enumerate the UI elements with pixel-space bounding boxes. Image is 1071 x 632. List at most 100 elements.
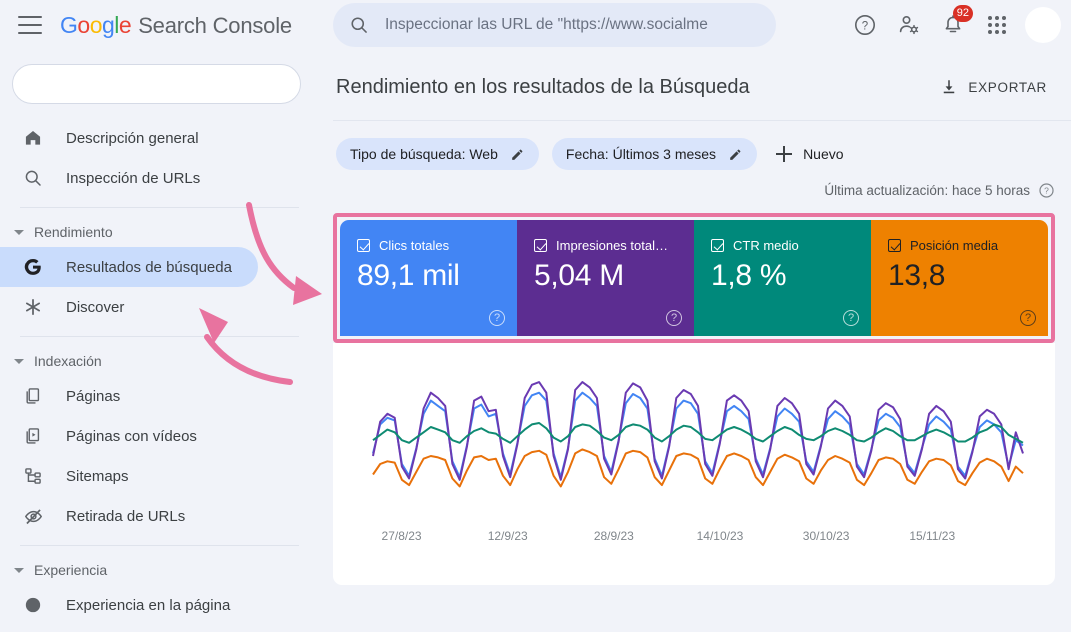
sidebar-item-url-removal[interactable]: Retirada de URLs	[0, 496, 258, 536]
pencil-icon	[730, 149, 741, 160]
google-g-icon	[22, 256, 44, 278]
chip-search-type[interactable]: Tipo de búsqueda: Web	[336, 138, 539, 170]
filter-chips: Tipo de búsqueda: Web Fecha: Últimos 3 m…	[333, 121, 1071, 170]
metric-card-clicks[interactable]: Clics totales 89,1 mil ?	[340, 220, 517, 336]
notification-badge: 92	[952, 5, 973, 22]
sidebar-group-label: Experiencia	[34, 562, 108, 578]
page-title: Rendimiento en los resultados de la Búsq…	[336, 75, 750, 98]
metric-checkbox[interactable]	[711, 239, 724, 252]
last-update-info: Última actualización: hace 5 horas ?	[333, 170, 1071, 199]
metric-checkbox[interactable]	[888, 239, 901, 252]
sidebar-item-pages[interactable]: Páginas	[0, 376, 258, 416]
sidebar-item-label: Discover	[66, 298, 125, 316]
experience-icon	[22, 594, 44, 616]
new-filter-button[interactable]: Nuevo	[770, 146, 849, 162]
apps-grid-icon	[988, 16, 1006, 34]
avatar[interactable]	[1025, 7, 1061, 43]
video-pages-icon	[22, 425, 44, 447]
help-icon[interactable]: ?	[489, 310, 505, 326]
download-icon	[944, 80, 955, 94]
help-icon: ?	[855, 15, 875, 35]
pencil-icon	[512, 149, 523, 160]
main-content: Rendimiento en los resultados de la Búsq…	[333, 50, 1071, 632]
search-icon	[351, 17, 367, 33]
new-filter-label: Nuevo	[803, 146, 844, 162]
metric-card-position[interactable]: Posición media 13,8 ?	[871, 220, 1048, 336]
performance-chart[interactable]	[333, 343, 1055, 585]
plus-icon	[776, 146, 793, 162]
metric-value: 5,04 M	[534, 259, 624, 292]
sidebar-item-video-pages[interactable]: Páginas con vídeos	[0, 416, 258, 456]
metric-cards: Clics totales 89,1 mil ? Impresiones tot…	[333, 213, 1055, 343]
export-label: EXPORTAR	[968, 79, 1047, 95]
search-icon	[22, 167, 44, 189]
metric-label: Impresiones total…	[556, 238, 668, 253]
sidebar-item-url-inspection[interactable]: Inspección de URLs	[0, 158, 258, 198]
home-icon	[22, 127, 44, 149]
sidebar-group-experience[interactable]: Experiencia	[0, 555, 313, 585]
eye-off-icon	[22, 505, 44, 527]
metric-value: 89,1 mil	[357, 259, 460, 292]
sidebar-group-indexing[interactable]: Indexación	[0, 346, 313, 376]
help-icon[interactable]: ?	[666, 310, 682, 326]
help-icon[interactable]: ?	[843, 310, 859, 326]
hamburger-menu-icon[interactable]	[18, 16, 42, 34]
apps-button[interactable]	[975, 3, 1019, 47]
search-input[interactable]	[385, 16, 760, 34]
search-console-app: Google Search Console ?	[0, 0, 1071, 632]
x-axis-tick-label: 27/8/23	[381, 529, 422, 543]
chevron-down-icon	[14, 229, 24, 235]
svg-text:?: ?	[1044, 186, 1049, 196]
chip-date-range[interactable]: Fecha: Últimos 3 meses	[551, 138, 758, 170]
chevron-down-icon	[14, 567, 24, 573]
top-search-bar[interactable]	[333, 3, 776, 47]
help-icon[interactable]: ?	[1020, 310, 1036, 326]
sidebar-divider	[20, 336, 299, 337]
metric-value: 13,8	[888, 259, 946, 292]
sidebar-item-overview[interactable]: Descripción general	[0, 118, 258, 158]
sidebar-divider	[20, 207, 299, 208]
metric-label: Clics totales	[379, 238, 450, 253]
svg-text:?: ?	[862, 21, 868, 33]
top-bar: Google Search Console ?	[0, 0, 1071, 50]
export-button[interactable]: EXPORTAR	[932, 72, 1055, 102]
user-settings-icon	[899, 15, 919, 35]
asterisk-icon	[22, 296, 44, 318]
property-selector[interactable]	[12, 64, 301, 104]
help-button[interactable]: ?	[843, 3, 887, 47]
sidebar-item-label: Resultados de búsqueda	[66, 258, 232, 276]
chevron-down-icon	[14, 358, 24, 364]
product-name: Search Console	[138, 12, 292, 38]
chart-series-line	[372, 448, 1024, 488]
sidebar-item-search-results[interactable]: Resultados de búsqueda	[0, 247, 258, 287]
metrics-section: Clics totales 89,1 mil ? Impresiones tot…	[333, 213, 1071, 343]
sidebar-group-label: Indexación	[34, 353, 102, 369]
sidebar-item-discover[interactable]: Discover	[0, 287, 258, 327]
sidebar-group-label: Rendimiento	[34, 224, 113, 240]
metric-label-row: Posición media	[888, 238, 1032, 253]
metric-label: CTR medio	[733, 238, 799, 253]
x-axis-tick-label: 14/10/23	[696, 529, 744, 543]
metric-card-ctr[interactable]: CTR medio 1,8 % ?	[694, 220, 871, 336]
sidebar-item-label: Descripción general	[66, 129, 199, 147]
sidebar: Descripción general Inspección de URLs R…	[0, 50, 313, 632]
chart-x-axis: 27/8/23 12/9/23 28/9/23 14/10/23 30/10/23 15/…	[333, 529, 1055, 545]
metric-checkbox[interactable]	[357, 239, 370, 252]
sidebar-item-label: Experiencia en la página	[66, 596, 231, 614]
metric-card-impressions[interactable]: Impresiones total… 5,04 M ?	[517, 220, 694, 336]
sidebar-item-label: Páginas	[66, 387, 121, 405]
help-icon[interactable]: ?	[1038, 182, 1055, 199]
metric-value: 1,8 %	[711, 259, 787, 292]
metric-label-row: Clics totales	[357, 238, 501, 253]
sitemap-icon	[22, 465, 44, 487]
sidebar-item-sitemaps[interactable]: Sitemaps	[0, 456, 258, 496]
metric-checkbox[interactable]	[534, 239, 547, 252]
notifications-button[interactable]: 92	[931, 3, 975, 47]
account-settings-button[interactable]	[887, 3, 931, 47]
sidebar-group-performance[interactable]: Rendimiento	[0, 217, 313, 247]
x-axis-tick-label: 15/11/23	[909, 529, 956, 543]
sidebar-divider	[20, 545, 299, 546]
sidebar-item-page-experience[interactable]: Experiencia en la página	[0, 585, 258, 625]
last-update-text: Última actualización: hace 5 horas	[824, 183, 1030, 198]
pages-icon	[22, 385, 44, 407]
